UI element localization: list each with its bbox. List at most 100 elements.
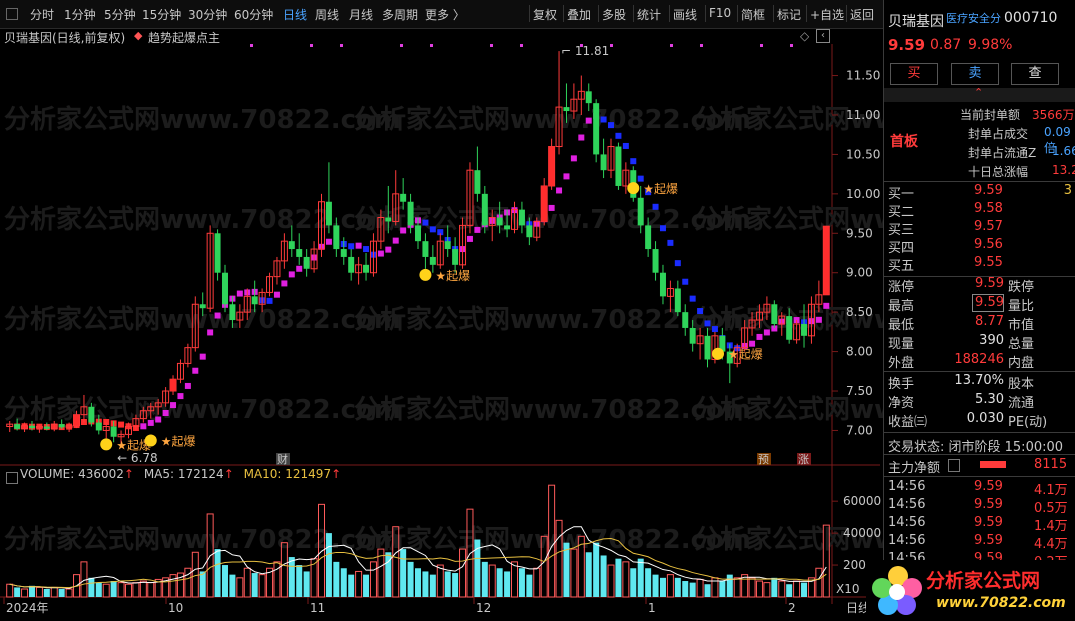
candle-body (407, 201, 414, 226)
candle-body (682, 312, 689, 328)
trend-marker (236, 290, 243, 297)
buy-button[interactable]: 买 (890, 63, 938, 85)
tool-button-6[interactable]: 简框 (741, 6, 765, 23)
volume-bar (607, 564, 615, 598)
kline-chart[interactable]: 分析家公式网www.70822.com分析家公式网www.70822.com分析… (0, 44, 883, 621)
trend-marker (392, 237, 399, 244)
volume-bar (117, 582, 125, 598)
date-tick-label: 2 (788, 601, 796, 615)
volume-bar (132, 582, 140, 598)
volume-bar (102, 583, 110, 598)
tool-button-2[interactable]: 多股 (602, 6, 626, 23)
trend-marker (288, 271, 295, 278)
trend-marker (207, 329, 214, 336)
trend-marker (652, 203, 659, 210)
seal-list: 当前封单额3566万 封单占成交0.09倍 封单占流通Z1.66% 十日总涨幅1… (944, 106, 1075, 182)
stat-row: 外盘 188246 内盘 (888, 352, 1072, 371)
stat2-row: 净资 5.30 流通 (888, 392, 1072, 411)
stat2-label: 收益㈢ (888, 415, 928, 430)
site-logo: 分析家公式网 www.70822.com (866, 560, 1075, 621)
limit-candle-body (73, 414, 80, 426)
volume-bar (459, 548, 467, 598)
trend-marker (556, 187, 563, 194)
trend-marker (155, 416, 162, 423)
tool-button-4[interactable]: 画线 (673, 6, 697, 23)
bid-price: 9.59 (974, 183, 1003, 198)
trend-marker (815, 316, 822, 323)
watermark-text: 分析家公式网www.70822.com (694, 394, 883, 425)
flower-logo-icon (872, 566, 922, 615)
seal-row: 十日总涨幅13.22% (968, 163, 1075, 179)
period-tab-8[interactable]: 月线 (349, 6, 373, 23)
tool-button-3[interactable]: 统计 (637, 6, 661, 23)
volume-bar (65, 588, 73, 598)
volume-bar (645, 568, 652, 597)
trend-marker (711, 326, 718, 333)
period-tab-6[interactable]: 日线 (283, 6, 307, 23)
toolbar-separator (669, 5, 670, 22)
tool-button-8[interactable]: +自选 (810, 6, 844, 23)
stat2-value: 13.70% (954, 373, 1004, 388)
main-flow-menu-icon[interactable] (948, 459, 960, 472)
collapse-icon[interactable]: ‹ (816, 29, 830, 43)
period-tab-10[interactable]: 更多 〉 (425, 6, 465, 23)
trend-marker (622, 142, 629, 149)
volume-bar (726, 574, 733, 597)
toolbar-toggle-box[interactable] (6, 8, 18, 20)
smiley-icon (627, 182, 640, 195)
toolbar-separator (773, 5, 774, 22)
signal-dot (520, 44, 523, 47)
volume-unit-label: X10 (836, 582, 860, 596)
seal-row: 封单占成交 0.09倍 (968, 125, 1071, 155)
volume-toggle-box[interactable] (6, 472, 18, 484)
period-tab-2[interactable]: 5分钟 (104, 6, 136, 23)
volume-bar (43, 589, 50, 597)
candle-body (348, 256, 355, 273)
tool-button-1[interactable]: 叠加 (567, 6, 591, 23)
diamond-icon[interactable]: ◇ (800, 29, 809, 43)
trend-marker (474, 226, 481, 233)
candle-body (429, 256, 436, 265)
stat-label: 最高 (888, 299, 915, 314)
period-tab-4[interactable]: 30分钟 (188, 6, 227, 23)
price-tick-label: 7.50 (846, 384, 873, 398)
trend-marker (348, 243, 355, 250)
volume-bar (6, 583, 14, 598)
candle-body (452, 249, 459, 265)
volume-bar (191, 551, 199, 598)
candle-body (689, 327, 696, 344)
stat2-label: 净资 (888, 396, 915, 411)
period-tab-3[interactable]: 15分钟 (142, 6, 181, 23)
volume-header: VOLUME: 436002↑ MA5: 172124↑ MA10: 12149… (20, 467, 341, 481)
divider (884, 432, 1075, 433)
candle-body (504, 225, 511, 230)
volume-bar (674, 577, 681, 597)
signal-dot (340, 44, 343, 47)
period-tab-7[interactable]: 周线 (315, 6, 339, 23)
trend-marker (422, 219, 429, 226)
price-change-pct: 9.98% (968, 37, 1013, 53)
candle-body (288, 241, 295, 250)
logo-title: 分析家公式网 (926, 570, 1041, 592)
volume-bar (452, 573, 459, 597)
sector-label[interactable]: 医疗安全分 (946, 10, 1001, 26)
sell-button[interactable]: 卖 (951, 63, 999, 85)
volume-bar (400, 549, 407, 597)
stat2-label-2: PE(动) (1008, 415, 1048, 430)
tool-button-9[interactable]: 返回 (850, 6, 874, 23)
tool-button-7[interactable]: 标记 (777, 6, 801, 23)
bid-row: 买二 9.58 (888, 201, 1072, 220)
period-tab-1[interactable]: 1分钟 (64, 6, 96, 23)
tool-button-0[interactable]: 复权 (533, 6, 557, 23)
period-tab-5[interactable]: 60分钟 (234, 6, 273, 23)
query-button[interactable]: 查 (1011, 63, 1059, 85)
limit-candle-body (548, 146, 555, 186)
candle-body (645, 225, 652, 250)
bid-row: 买五 9.55 (888, 255, 1072, 274)
expand-chevron-icon[interactable]: ⌃ (974, 86, 983, 99)
period-tab-9[interactable]: 多周期 (382, 6, 418, 23)
tool-button-5[interactable]: F10 (709, 6, 731, 20)
period-tab-0[interactable]: 分时 (30, 6, 54, 23)
stat2-value: 5.30 (975, 392, 1004, 407)
trend-marker (578, 134, 585, 141)
